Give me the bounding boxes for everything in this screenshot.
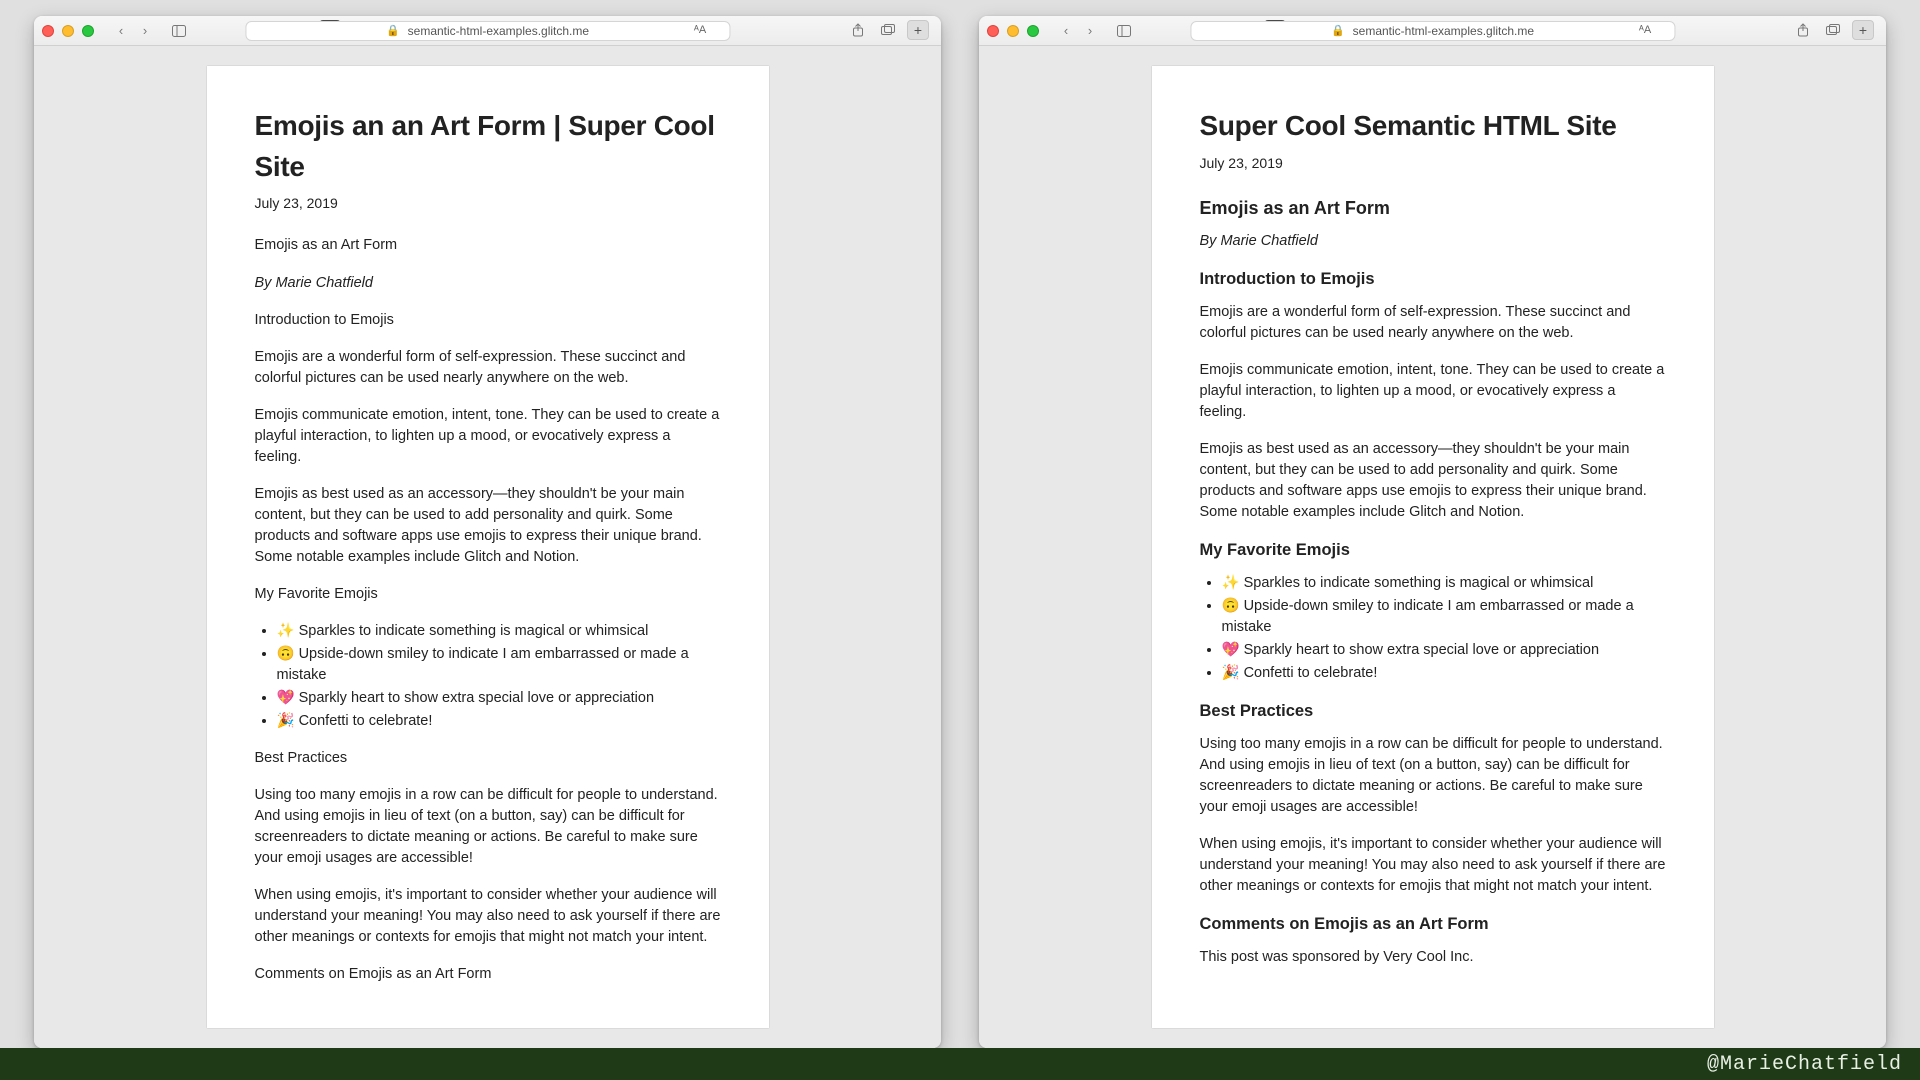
minimize-icon[interactable] [62,25,74,37]
toolbar-right-icons: ᴬA + [1634,20,1874,40]
section-heading-favorites: My Favorite Emojis [1200,539,1666,563]
close-icon[interactable] [987,25,999,37]
titlebar: ‹ › 🔒 semantic-html-examples.glitch.me ᴬ… [979,16,1886,46]
paragraph: Emojis as best used as an accessory—they… [255,484,721,568]
section-heading-article: Emojis as an Art Form [255,235,721,256]
share-icon[interactable] [847,20,869,40]
paragraph: Using too many emojis in a row can be di… [1200,734,1666,818]
section-heading-article: Emojis as an Art Form [1200,195,1666,221]
lock-icon: 🔒 [1331,24,1345,37]
favorites-list: ✨ Sparkles to indicate something is magi… [1222,573,1666,684]
list-item: 🙃 Upside-down smiley to indicate I am em… [1222,596,1666,638]
new-tab-button[interactable]: + [1852,20,1874,40]
traffic-lights [42,25,94,37]
sidebar-toggle-button[interactable] [168,21,190,41]
section-heading-favorites: My Favorite Emojis [255,584,721,605]
footer-bar: @MarieChatfield [0,1048,1920,1080]
forward-button[interactable]: › [134,21,156,41]
sidebar-toggle-button[interactable] [1113,21,1135,41]
paragraph: When using emojis, it's important to con… [1200,834,1666,897]
url-text: semantic-html-examples.glitch.me [1353,24,1534,38]
browser-window-left: ‹ › 🔒 semantic-html-examples.glitch.me ᴬ… [34,16,941,1048]
paragraph: Emojis as best used as an accessory—they… [1200,439,1666,523]
author-handle: @MarieChatfield [1707,1053,1902,1076]
page-date: July 23, 2019 [1200,153,1666,173]
paragraph: When using emojis, it's important to con… [255,885,721,948]
paragraph: Emojis communicate emotion, intent, tone… [255,405,721,468]
list-item: ✨ Sparkles to indicate something is magi… [277,621,721,642]
fullscreen-icon[interactable] [1027,25,1039,37]
lock-icon: 🔒 [386,24,400,37]
new-tab-button[interactable]: + [907,20,929,40]
tabs-overview-icon[interactable] [1822,20,1844,40]
url-bar[interactable]: 🔒 semantic-html-examples.glitch.me [1190,21,1675,41]
section-heading-intro: Introduction to Emojis [255,310,721,331]
reader-icon[interactable]: ᴬA [689,20,711,40]
viewport-left: Emojis an an Art Form | Super Cool Site … [34,46,941,1048]
back-button[interactable]: ‹ [1055,21,1077,41]
section-heading-comments: Comments on Emojis as an Art Form [255,964,721,985]
titlebar: ‹ › 🔒 semantic-html-examples.glitch.me ᴬ… [34,16,941,46]
favorites-list: ✨ Sparkles to indicate something is magi… [277,621,721,732]
list-item: 🎉 Confetti to celebrate! [1222,663,1666,684]
page-right: Super Cool Semantic HTML Site July 23, 2… [1152,66,1714,1028]
list-item: ✨ Sparkles to indicate something is magi… [1222,573,1666,594]
nav-group: ‹ › [110,21,156,41]
section-heading-comments: Comments on Emojis as an Art Form [1200,913,1666,937]
paragraph: Emojis are a wonderful form of self-expr… [1200,302,1666,344]
paragraph: Emojis are a wonderful form of self-expr… [255,347,721,389]
list-item: 💖 Sparkly heart to show extra special lo… [277,688,721,709]
paragraph: This post was sponsored by Very Cool Inc… [1200,947,1666,968]
section-heading-bp: Best Practices [255,748,721,769]
tabs-overview-icon[interactable] [877,20,899,40]
browser-window-right: ‹ › 🔒 semantic-html-examples.glitch.me ᴬ… [979,16,1886,1048]
toolbar-right-icons: ᴬA + [689,20,929,40]
fullscreen-icon[interactable] [82,25,94,37]
reader-icon[interactable]: ᴬA [1634,20,1656,40]
list-item: 💖 Sparkly heart to show extra special lo… [1222,640,1666,661]
nav-group: ‹ › [1055,21,1101,41]
list-item: 🙃 Upside-down smiley to indicate I am em… [277,644,721,686]
section-heading-bp: Best Practices [1200,700,1666,724]
share-icon[interactable] [1792,20,1814,40]
byline: By Marie Chatfield [1200,231,1666,252]
paragraph: Using too many emojis in a row can be di… [255,785,721,869]
close-icon[interactable] [42,25,54,37]
byline: By Marie Chatfield [255,273,721,294]
page-title: Emojis an an Art Form | Super Cool Site [255,106,721,187]
page-title: Super Cool Semantic HTML Site [1200,106,1666,147]
page-left: Emojis an an Art Form | Super Cool Site … [207,66,769,1028]
back-button[interactable]: ‹ [110,21,132,41]
list-item: 🎉 Confetti to celebrate! [277,711,721,732]
traffic-lights [987,25,1039,37]
url-bar[interactable]: 🔒 semantic-html-examples.glitch.me [245,21,730,41]
section-heading-intro: Introduction to Emojis [1200,268,1666,292]
url-text: semantic-html-examples.glitch.me [408,24,589,38]
page-date: July 23, 2019 [255,193,721,213]
viewport-right: Super Cool Semantic HTML Site July 23, 2… [979,46,1886,1048]
paragraph: Emojis communicate emotion, intent, tone… [1200,360,1666,423]
forward-button[interactable]: › [1079,21,1101,41]
minimize-icon[interactable] [1007,25,1019,37]
